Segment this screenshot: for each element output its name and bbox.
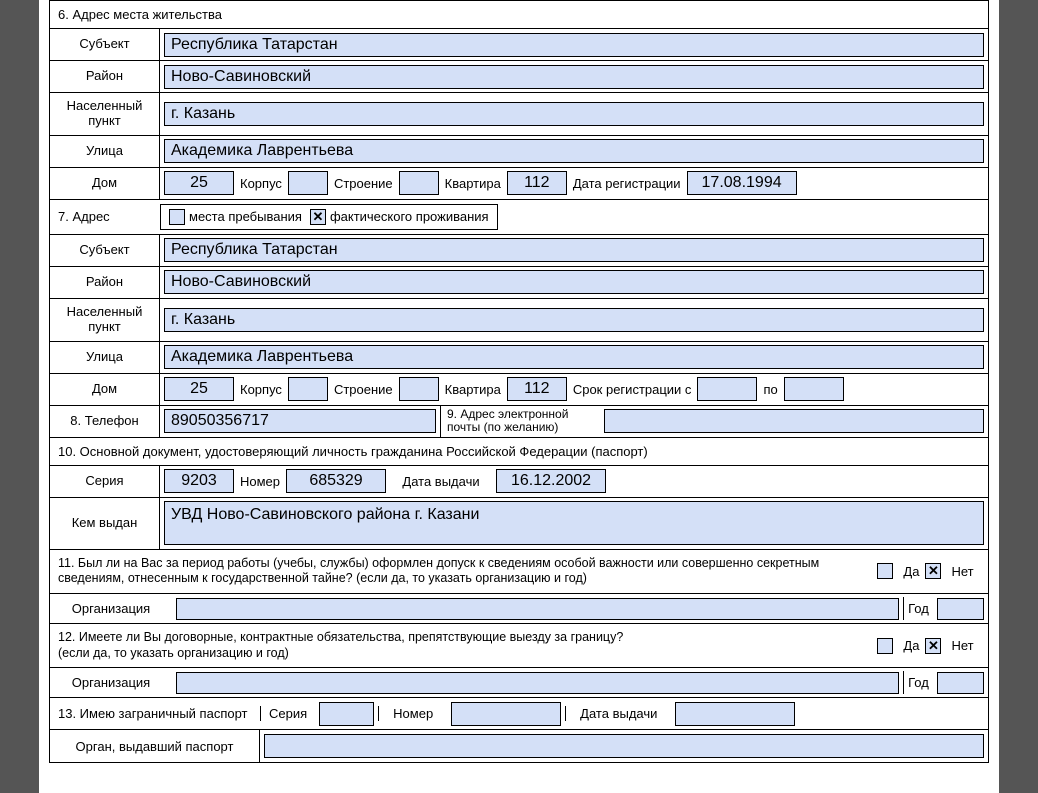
section-11-yesno: Да ✕ Нет (863, 550, 988, 593)
field-korpus-6[interactable] (288, 171, 328, 195)
field-flat-6[interactable]: 112 (507, 171, 567, 195)
label-issuedate-10: Дата выдачи (386, 474, 496, 489)
section-13-title: 13. Имею заграничный паспорт (50, 700, 260, 727)
label-11-yes: Да (903, 564, 919, 579)
label-regperiod-7: Срок регистрации с (567, 382, 698, 397)
field-street-6[interactable]: Академика Лаврентьева (164, 139, 984, 163)
label-series-13: Серия (260, 706, 315, 721)
label-city-6: Населенный пункт (50, 93, 160, 135)
label-series-10: Серия (50, 466, 160, 497)
field-issuedate-10[interactable]: 16.12.2002 (496, 469, 606, 493)
field-issuedby-10[interactable]: УВД Ново-Савиновского района г. Казани (164, 501, 984, 545)
field-number-10[interactable]: 685329 (286, 469, 386, 493)
field-flat-7[interactable]: 112 (507, 377, 567, 401)
field-subject-7[interactable]: Республика Татарстан (164, 238, 984, 262)
field-regto-7[interactable] (784, 377, 844, 401)
label-org-11: Организация (50, 597, 172, 620)
label-email: 9. Адрес электронной почты (по желанию) (440, 406, 600, 437)
label-11-no: Нет (951, 564, 973, 579)
label-year-11: Год (903, 597, 933, 620)
form-container: 6. Адрес места жительства Субъект Респуб… (49, 0, 989, 763)
section-10-title: 10. Основной документ, удостоверяющий ли… (50, 438, 988, 466)
label-actual: фактического проживания (330, 209, 489, 224)
checkbox-actual[interactable]: ✕ (310, 209, 326, 225)
label-regto-7: по (757, 382, 783, 397)
field-year-12[interactable] (937, 672, 984, 694)
label-issuedate-13: Дата выдачи (565, 706, 671, 721)
label-12-yes: Да (903, 638, 919, 653)
field-org-12[interactable] (176, 672, 899, 694)
field-org-11[interactable] (176, 598, 899, 620)
field-phone[interactable]: 89050356717 (164, 409, 436, 433)
label-number-13: Номер (378, 706, 447, 721)
field-street-7[interactable]: Академика Лаврентьева (164, 345, 984, 369)
label-district-7: Район (50, 267, 160, 298)
checkbox-11-no[interactable]: ✕ (925, 563, 941, 579)
field-number-13[interactable] (451, 702, 561, 726)
field-building-7[interactable] (399, 377, 439, 401)
label-phone: 8. Телефон (50, 406, 160, 437)
label-issuedby-10: Кем выдан (50, 498, 160, 549)
field-regdate-6[interactable]: 17.08.1994 (687, 171, 797, 195)
label-city-7: Населенный пункт (50, 299, 160, 341)
label-year-12: Год (903, 671, 933, 694)
checkbox-12-no[interactable]: ✕ (925, 638, 941, 654)
field-district-7[interactable]: Ново-Савиновский (164, 270, 984, 294)
label-street-6: Улица (50, 136, 160, 167)
label-korpus-6: Корпус (234, 176, 288, 191)
field-korpus-7[interactable] (288, 377, 328, 401)
label-subject-7: Субъект (50, 235, 160, 266)
label-issuedby-13: Орган, выдавший паспорт (50, 730, 260, 762)
section-7-title: 7. Адрес (50, 200, 160, 234)
field-series-10[interactable]: 9203 (164, 469, 234, 493)
section-12-question: 12. Имеете ли Вы договорные, контрактные… (50, 624, 863, 667)
field-subject-6[interactable]: Республика Татарстан (164, 33, 984, 57)
checkbox-stay[interactable] (169, 209, 185, 225)
field-district-6[interactable]: Ново-Савиновский (164, 65, 984, 89)
label-flat-7: Квартира (439, 382, 507, 397)
field-regfrom-7[interactable] (697, 377, 757, 401)
field-issuedby-13[interactable] (264, 734, 984, 758)
label-house-6: Дом (50, 168, 160, 199)
label-12-no: Нет (951, 638, 973, 653)
field-year-11[interactable] (937, 598, 984, 620)
field-city-7[interactable]: г. Казань (164, 308, 984, 332)
field-city-6[interactable]: г. Казань (164, 102, 984, 126)
field-email[interactable] (604, 409, 984, 433)
label-flat-6: Квартира (439, 176, 507, 191)
field-house-6[interactable]: 25 (164, 171, 234, 195)
label-korpus-7: Корпус (234, 382, 288, 397)
checkbox-12-yes[interactable] (877, 638, 893, 654)
section-11-question: 11. Был ли на Вас за период работы (учеб… (50, 550, 863, 593)
label-org-12: Организация (50, 671, 172, 694)
label-district-6: Район (50, 61, 160, 92)
section-6-title: 6. Адрес места жительства (50, 1, 988, 29)
label-stay: места пребывания (189, 209, 302, 224)
label-number-10: Номер (234, 474, 286, 489)
label-house-7: Дом (50, 374, 160, 405)
label-subject-6: Субъект (50, 29, 160, 60)
label-regdate-6: Дата регистрации (567, 176, 687, 191)
checkbox-11-yes[interactable] (877, 563, 893, 579)
field-series-13[interactable] (319, 702, 374, 726)
field-issuedate-13[interactable] (675, 702, 795, 726)
label-building-7: Строение (328, 382, 399, 397)
label-street-7: Улица (50, 342, 160, 373)
form-page: 6. Адрес места жительства Субъект Респуб… (39, 0, 999, 793)
field-house-7[interactable]: 25 (164, 377, 234, 401)
section-7-options: места пребывания ✕ фактического проживан… (160, 204, 498, 230)
label-building-6: Строение (328, 176, 399, 191)
section-12-yesno: Да ✕ Нет (863, 624, 988, 667)
field-building-6[interactable] (399, 171, 439, 195)
